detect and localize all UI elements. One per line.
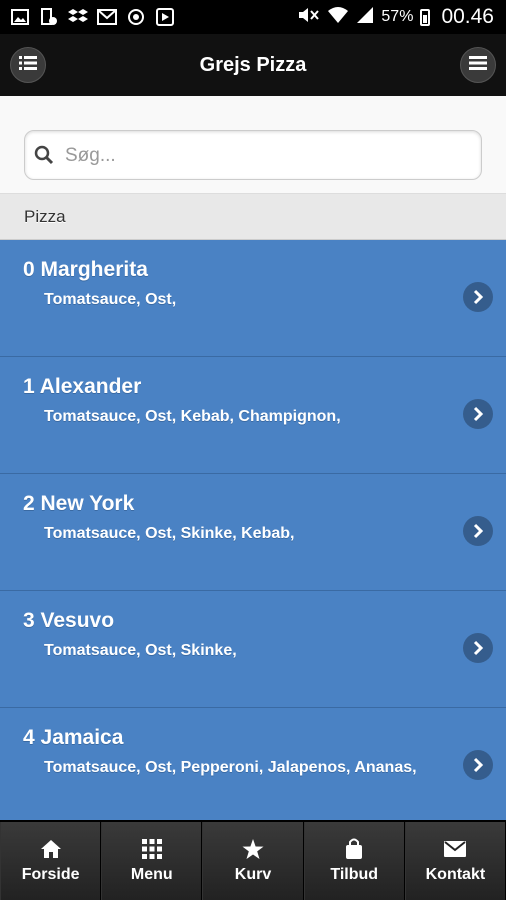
nav-menu[interactable]: Menu — [101, 822, 203, 900]
mute-icon — [298, 7, 320, 28]
item-title: 0 Margherita — [23, 258, 148, 281]
item-title: 3 Vesuvo — [23, 609, 115, 632]
battery-saver-icon — [39, 8, 59, 26]
battery-icon — [420, 8, 431, 26]
nav-kontakt[interactable]: Kontakt — [404, 822, 506, 900]
search-area — [0, 96, 506, 193]
menu-button[interactable] — [460, 47, 496, 83]
star-icon — [242, 838, 264, 860]
list-button[interactable] — [10, 47, 46, 83]
item-description: Tomatsauce, Ost, Skinke, — [44, 642, 237, 659]
system-status: 57% 00.46 — [298, 0, 494, 34]
home-icon — [40, 838, 62, 860]
nav-label: Kurv — [234, 866, 272, 883]
app-header: Grejs Pizza — [0, 34, 506, 97]
list-item[interactable]: 3 Vesuvo Tomatsauce, Ost, Skinke, — [0, 591, 506, 708]
nav-forside[interactable]: Forside — [0, 822, 102, 900]
bottom-navbar: Forside Menu Kurv Tilbud Kontakt — [0, 820, 506, 900]
item-description: Tomatsauce, Ost, Kebab, Champignon, — [44, 408, 341, 425]
chevron-right-icon — [463, 633, 493, 663]
status-bar: 57% 00.46 — [0, 0, 506, 34]
google-play-icon — [155, 8, 175, 26]
list-item[interactable]: 1 Alexander Tomatsauce, Ost, Kebab, Cham… — [0, 357, 506, 474]
notification-icons — [10, 0, 175, 34]
battery-percent: 57% — [381, 8, 414, 25]
search-icon — [34, 145, 54, 170]
mail-icon — [97, 8, 117, 26]
list-icon — [19, 55, 37, 75]
chevron-right-icon — [463, 282, 493, 312]
chevron-right-icon — [463, 516, 493, 546]
wifi-icon — [327, 6, 349, 29]
nav-label: Forside — [21, 866, 80, 883]
list-item[interactable]: 2 New York Tomatsauce, Ost, Skinke, Keba… — [0, 474, 506, 591]
list-item[interactable]: 4 Jamaica Tomatsauce, Ost, Pepperoni, Ja… — [0, 708, 506, 820]
nav-label: Menu — [130, 866, 173, 883]
image-icon — [10, 8, 30, 26]
signal-icon — [356, 6, 374, 29]
item-title: 2 New York — [23, 492, 135, 515]
pizza-list: 0 Margherita Tomatsauce, Ost, 1 Alexande… — [0, 240, 506, 820]
search-box — [24, 130, 482, 181]
section-header: Pizza — [0, 193, 506, 240]
dropbox-icon — [68, 8, 88, 26]
chevron-right-icon — [463, 750, 493, 780]
sync-icon — [126, 8, 146, 26]
nav-kurv[interactable]: Kurv — [202, 822, 304, 900]
clock: 00.46 — [441, 5, 494, 28]
nav-tilbud[interactable]: Tilbud — [303, 822, 405, 900]
list-item[interactable]: 0 Margherita Tomatsauce, Ost, — [0, 240, 506, 357]
item-description: Tomatsauce, Ost, Skinke, Kebab, — [44, 525, 295, 542]
page-title: Grejs Pizza — [199, 54, 307, 76]
bag-icon — [345, 838, 363, 860]
search-input[interactable] — [63, 131, 467, 181]
item-title: 1 Alexander — [23, 375, 142, 398]
nav-label: Tilbud — [330, 866, 379, 883]
item-description: Tomatsauce, Ost, — [44, 291, 177, 308]
item-title: 4 Jamaica — [23, 726, 124, 749]
mail-icon — [444, 838, 467, 860]
chevron-right-icon — [463, 399, 493, 429]
item-description: Tomatsauce, Ost, Pepperoni, Jalapenos, A… — [44, 759, 417, 776]
nav-label: Kontakt — [425, 866, 486, 883]
grid-icon — [141, 838, 162, 860]
menu-icon — [469, 55, 487, 75]
